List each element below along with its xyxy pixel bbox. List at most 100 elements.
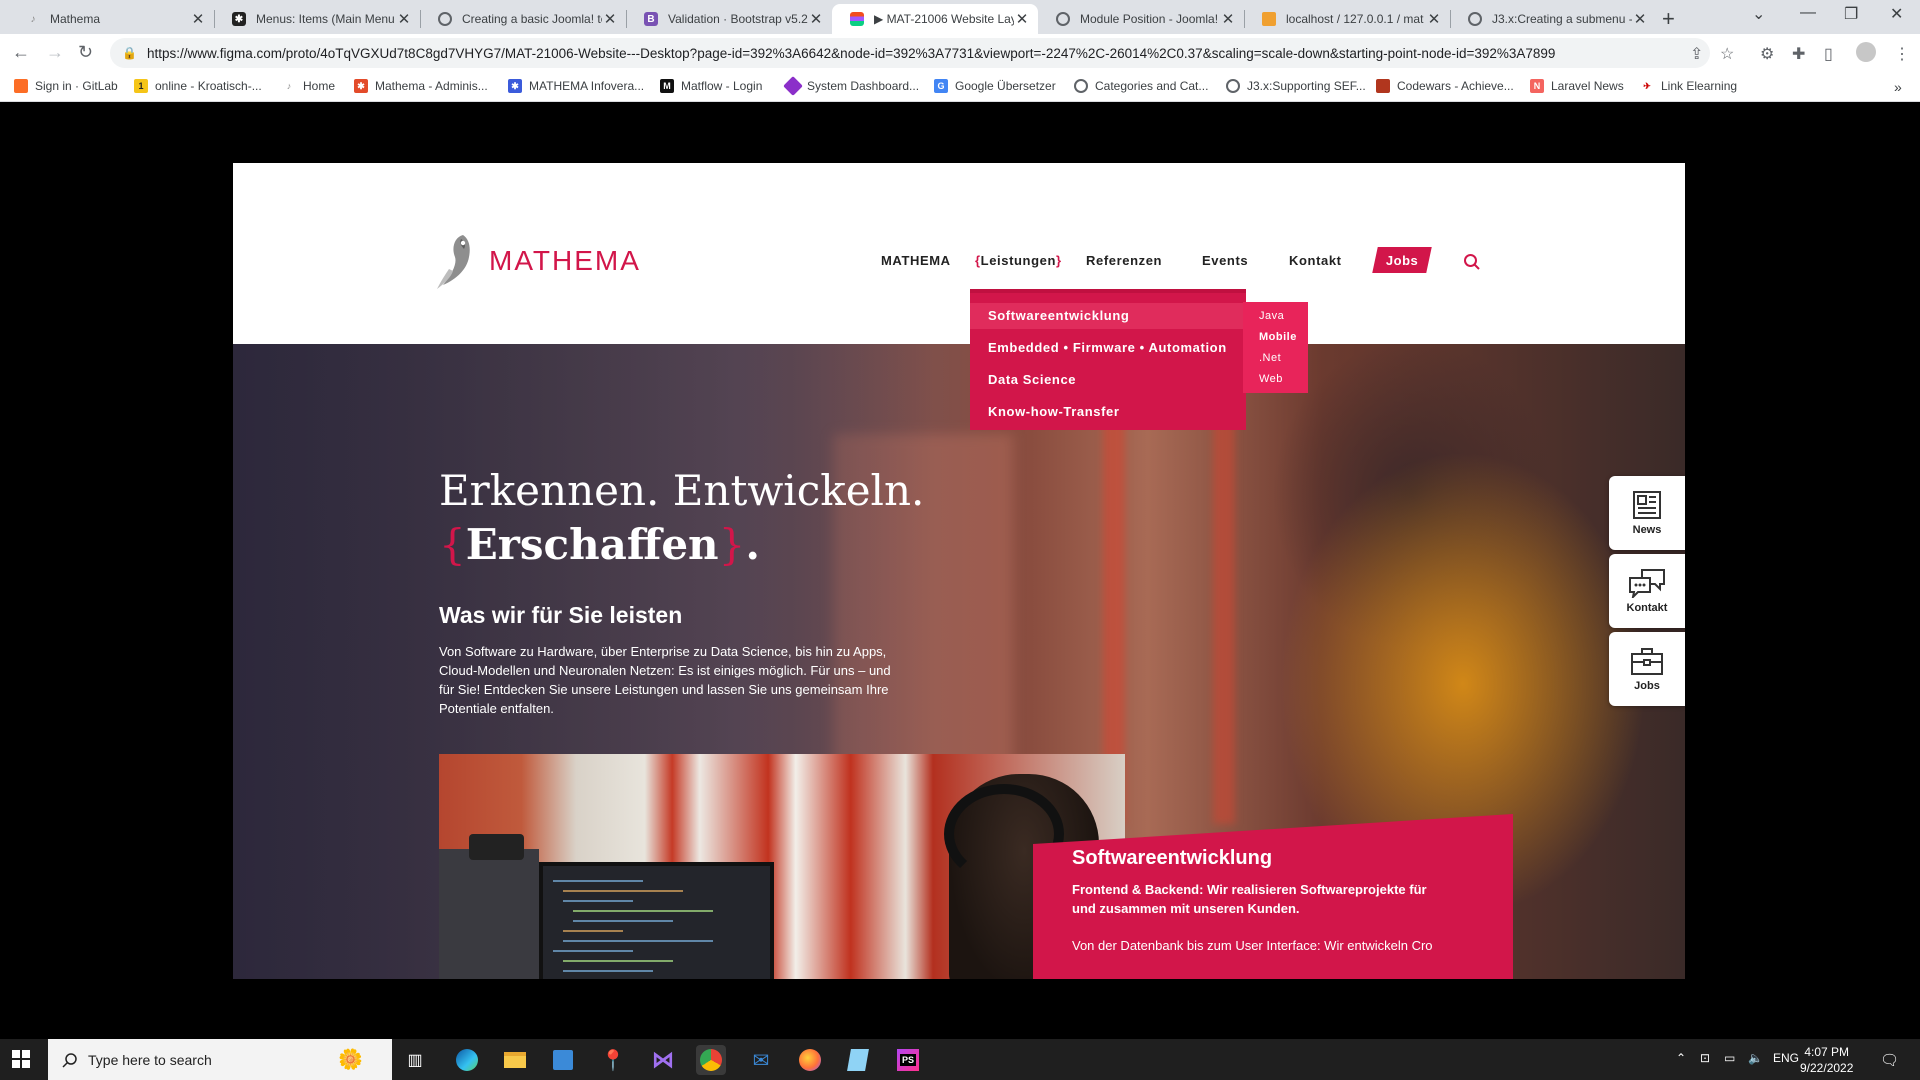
address-bar[interactable]: 🔒 https://www.figma.com/proto/4oTqVGXUd7… (110, 38, 1710, 68)
submenu-item-mobile[interactable]: Mobile (1259, 331, 1297, 343)
chrome-icon[interactable] (696, 1045, 726, 1075)
system-clock[interactable]: 4:07 PM 9/22/2022 (1800, 1044, 1853, 1076)
mail-icon[interactable]: ✉ (746, 1045, 776, 1075)
windows-taskbar: Type here to search 🌼 ▥ 📍 ⋈ ✉ PS ⌃ ⊡ ▭ 🔈… (0, 1039, 1920, 1080)
search-icon[interactable] (1463, 253, 1481, 271)
tab-menus[interactable]: ✱ Menus: Items (Main Menu ✕ (214, 4, 420, 34)
extensions-puzzle-icon[interactable]: ✚ (1792, 44, 1805, 64)
tray-chevron-icon[interactable]: ⌃ (1676, 1051, 1686, 1065)
bookmark-categories[interactable]: Categories and Cat... (1074, 79, 1208, 93)
tab-title: ▶ MAT-21006 Website Lay (874, 12, 1014, 26)
bookmark-laravel-news[interactable]: N Laravel News (1530, 79, 1624, 93)
gitlab-icon (14, 79, 28, 93)
menu-kebab-icon[interactable]: ⋮ (1894, 44, 1910, 64)
newspaper-icon (1633, 491, 1661, 519)
elearning-icon: ✈ (1643, 80, 1651, 91)
close-tab-icon[interactable]: ✕ (396, 10, 412, 28)
side-widget-news[interactable]: News (1609, 476, 1685, 550)
bookmark-label: Laravel News (1551, 79, 1624, 93)
tab-figma-active[interactable]: ▶ MAT-21006 Website Lay ✕ (832, 4, 1038, 34)
nav-jobs-button[interactable]: Jobs (1372, 247, 1432, 273)
share-icon[interactable]: ⇪ (1690, 44, 1703, 64)
tab-module-position[interactable]: Module Position - Joomla! ✕ (1038, 4, 1244, 34)
notepad-icon[interactable] (843, 1045, 873, 1075)
nav-kontakt[interactable]: Kontakt (1289, 253, 1342, 268)
close-tab-icon[interactable]: ✕ (602, 10, 618, 28)
volume-icon[interactable]: 🔈 (1748, 1051, 1763, 1065)
tab-title: Module Position - Joomla! (1080, 12, 1219, 26)
bookmark-link-elearning[interactable]: ✈ Link Elearning (1640, 79, 1737, 93)
close-window-button[interactable]: ✕ (1890, 4, 1903, 24)
bookmark-label: Categories and Cat... (1095, 79, 1209, 93)
bookmark-label: Matflow - Login (681, 79, 763, 93)
dropdown-item-softwareentwicklung[interactable]: Softwareentwicklung (988, 308, 1129, 323)
tab-search-icon[interactable]: ⌄ (1752, 4, 1765, 24)
nav-mathema[interactable]: MATHEMA (881, 253, 951, 268)
side-widget-jobs[interactable]: Jobs (1609, 632, 1685, 706)
dropdown-item-embedded[interactable]: Embedded • Firmware • Automation (988, 340, 1227, 355)
bookmark-home[interactable]: ♪ Home (282, 79, 335, 93)
notifications-icon[interactable]: 🗨 (1880, 1051, 1899, 1069)
bookmark-system-dashboard[interactable]: System Dashboard... (783, 76, 919, 96)
file-explorer-icon[interactable] (500, 1045, 530, 1075)
bookmark-mathema-admin[interactable]: ✱ Mathema - Adminis... (354, 79, 488, 93)
bookmark-j3-sef[interactable]: J3.x:Supporting SEF... (1226, 79, 1366, 93)
side-widget-kontakt[interactable]: Kontakt (1609, 554, 1685, 628)
minimize-button[interactable]: — (1800, 4, 1816, 22)
network-icon[interactable]: ⊡ (1700, 1051, 1710, 1065)
profile-avatar-icon[interactable] (1856, 42, 1876, 62)
new-tab-button[interactable]: + (1662, 6, 1675, 32)
bookmark-google-translate[interactable]: G Google Übersetzer (934, 79, 1056, 93)
windows-start-icon[interactable] (12, 1050, 30, 1068)
restore-button[interactable]: ❐ (1844, 4, 1858, 24)
close-tab-icon[interactable]: ✕ (1632, 10, 1648, 28)
close-tab-icon[interactable]: ✕ (808, 10, 824, 28)
submenu-item-web[interactable]: Web (1259, 373, 1283, 385)
nav-referenzen[interactable]: Referenzen (1086, 253, 1162, 268)
brace-open: { (439, 520, 466, 569)
nav-leistungen[interactable]: {Leistungen} (975, 253, 1062, 268)
close-tab-icon[interactable]: ✕ (1014, 10, 1030, 28)
bookmark-star-icon[interactable]: ☆ (1720, 44, 1734, 64)
bookmarks-overflow-icon[interactable]: » (1894, 79, 1902, 95)
side-panel-icon[interactable]: ▯ (1824, 44, 1833, 64)
tab-bootstrap[interactable]: B Validation · Bootstrap v5.2 ✕ (626, 4, 832, 34)
maps-icon[interactable]: 📍 (598, 1045, 628, 1075)
wifi-icon[interactable]: ▭ (1724, 1051, 1735, 1065)
visual-studio-icon[interactable]: ⋈ (648, 1045, 678, 1075)
tab-submenu[interactable]: J3.x:Creating a submenu - ✕ (1450, 4, 1656, 34)
store-icon[interactable] (548, 1045, 578, 1075)
back-arrow-icon[interactable]: ← (12, 42, 30, 63)
dropdown-item-know-how-transfer[interactable]: Know-how-Transfer (988, 404, 1120, 419)
bookmark-codewars[interactable]: Codewars - Achieve... (1376, 79, 1514, 93)
bookmark-gitlab[interactable]: Sign in · GitLab (14, 79, 118, 93)
taskbar-search-box[interactable]: Type here to search 🌼 (48, 1039, 392, 1080)
firefox-icon[interactable] (795, 1045, 825, 1075)
bookmark-kroatisch[interactable]: 1 online - Kroatisch-... (134, 79, 262, 93)
language-indicator[interactable]: ENG (1773, 1051, 1799, 1065)
task-view-icon[interactable]: ▥ (400, 1045, 430, 1075)
tab-joomla-template[interactable]: Creating a basic Joomla! te ✕ (420, 4, 626, 34)
phpmyadmin-favicon-icon (1262, 12, 1276, 26)
reload-icon[interactable]: ↻ (78, 42, 93, 63)
submenu-item-dotnet[interactable]: .Net (1259, 352, 1281, 364)
close-tab-icon[interactable]: ✕ (1426, 10, 1442, 28)
submenu-item-java[interactable]: Java (1259, 310, 1284, 322)
webcam-icon (469, 834, 524, 860)
browser-toolbar: ← → ↻ 🔒 https://www.figma.com/proto/4oTq… (0, 34, 1920, 72)
close-tab-icon[interactable]: ✕ (1220, 10, 1236, 28)
edge-icon[interactable] (452, 1045, 482, 1075)
close-tab-icon[interactable]: ✕ (190, 10, 206, 28)
joomla-icon: ✱ (354, 79, 368, 93)
bookmark-mathema-info[interactable]: ✱ MATHEMA Infovera... (508, 79, 644, 93)
tab-phpmyadmin[interactable]: localhost / 127.0.0.1 / mat ✕ (1244, 4, 1450, 34)
extension-gear-icon[interactable]: ⚙ (1760, 44, 1774, 64)
forward-arrow-icon[interactable]: → (46, 42, 64, 63)
dropdown-item-data-science[interactable]: Data Science (988, 372, 1076, 387)
tab-mathema[interactable]: ♪ Mathema ✕ (8, 4, 214, 34)
bookmark-label: Codewars - Achieve... (1397, 79, 1514, 93)
site-logo[interactable]: MATHEMA (435, 229, 641, 293)
nav-events[interactable]: Events (1202, 253, 1248, 268)
phpstorm-icon[interactable]: PS (893, 1045, 923, 1075)
bookmark-matflow[interactable]: M Matflow - Login (660, 79, 762, 93)
